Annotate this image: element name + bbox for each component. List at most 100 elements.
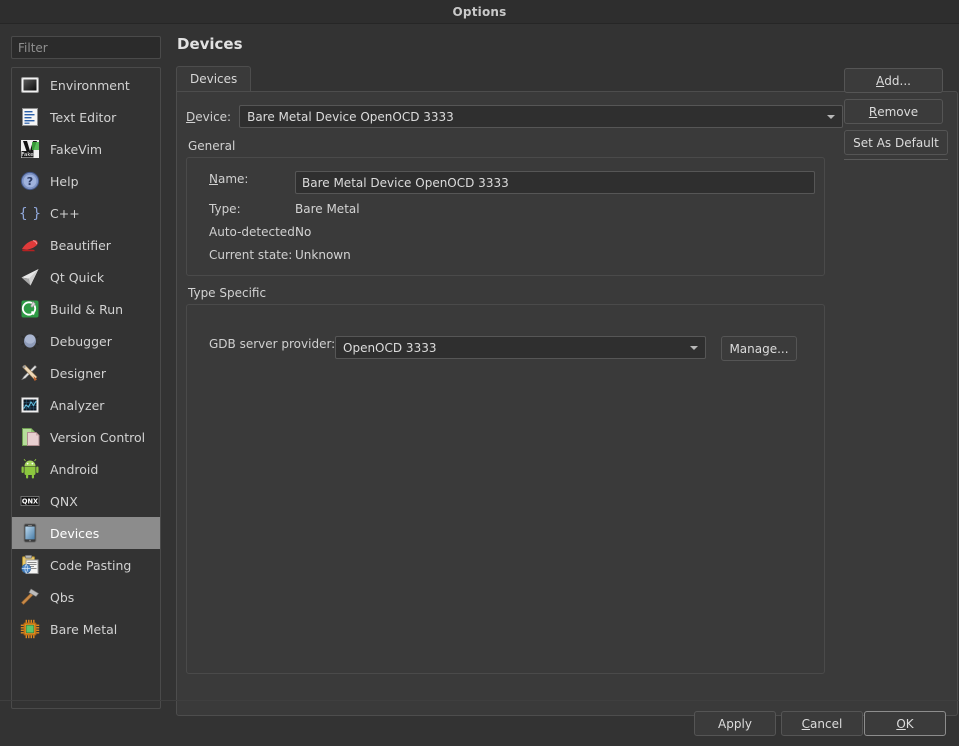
current-state-row: Current state: Unknown [209, 248, 351, 262]
sidebar-item-label: Beautifier [50, 237, 111, 253]
current-state-value: Unknown [295, 248, 351, 262]
type-specific-group: Type Specific GDB server provider: OpenO… [186, 286, 825, 674]
ok-button[interactable]: OK [864, 711, 946, 736]
svg-text:QNX: QNX [22, 498, 38, 506]
sidebar-item-label: Qbs [50, 589, 75, 605]
sidebar-item-version-control[interactable]: Version Control [12, 421, 160, 453]
auto-detected-row: Auto-detected: No [209, 225, 311, 239]
window-title: Options [452, 4, 507, 19]
sidebar-item-beautifier[interactable]: Beautifier [12, 229, 160, 261]
name-label: Name: [209, 172, 249, 186]
sidebar-item-label: Designer [50, 365, 106, 381]
sidebar-item-build-run[interactable]: Build & Run [12, 293, 160, 325]
sidebar-item-environment[interactable]: Environment [12, 69, 160, 101]
type-label: Type: [209, 202, 241, 216]
auto-detected-label: Auto-detected: [209, 225, 299, 239]
sidebar-item-debugger[interactable]: Debugger [12, 325, 160, 357]
sidebar-item-designer[interactable]: Designer [12, 357, 160, 389]
qbs-icon [19, 586, 41, 608]
help-icon: ? [19, 170, 41, 192]
qnx-icon: QNX [19, 490, 41, 512]
tab-bar: Devices [176, 66, 252, 91]
filter-input[interactable] [11, 36, 161, 59]
sidebar-item-bare-metal[interactable]: Bare Metal [12, 613, 160, 645]
sidebar-item-label: FakeVim [50, 141, 103, 157]
type-row: Type: Bare Metal [209, 202, 360, 216]
sidebar-item-c[interactable]: { } C++ [12, 197, 160, 229]
type-value: Bare Metal [295, 202, 360, 216]
apply-button[interactable]: Apply [694, 711, 776, 736]
device-selector-row: Device: Bare Metal Device OpenOCD 3333 [186, 105, 844, 128]
sidebar-item-android[interactable]: Android [12, 453, 160, 485]
fakevim-icon: Fake [19, 138, 41, 160]
options-dialog: Options Environment Text Editor Fake FakeVi… [0, 0, 959, 746]
device-label: Device: [186, 109, 232, 124]
manage-button[interactable]: Manage... [721, 336, 797, 361]
general-group-frame: Name: Type: Bare Metal Auto-detected: No [186, 157, 825, 276]
name-field-row: Name: [209, 172, 295, 186]
side-button-separator [844, 159, 948, 160]
remove-button[interactable]: Remove [844, 99, 943, 124]
bare-metal-icon [19, 618, 41, 640]
version-control-icon [19, 426, 41, 448]
footer-divider [0, 700, 959, 701]
sidebar-item-label: Debugger [50, 333, 112, 349]
gdb-provider-label: GDB server provider: [209, 337, 336, 351]
type-specific-group-title: Type Specific [188, 286, 267, 300]
general-group-title: General [188, 139, 236, 153]
sidebar-item-fakevim[interactable]: Fake FakeVim [12, 133, 160, 165]
qt-quick-icon [19, 266, 41, 288]
sidebar-item-label: Help [50, 173, 79, 189]
gdb-provider-label-row: GDB server provider: [209, 337, 335, 351]
main-pane: Devices Devices Device: Bare Metal Devic… [168, 24, 959, 746]
sidebar-item-qbs[interactable]: Qbs [12, 581, 160, 613]
titlebar: Options [0, 0, 959, 24]
chevron-down-icon [683, 345, 705, 350]
tab-devices[interactable]: Devices [176, 66, 252, 91]
device-combobox[interactable]: Bare Metal Device OpenOCD 3333 [239, 105, 844, 128]
sidebar-item-label: Environment [50, 77, 130, 93]
analyzer-icon [19, 394, 41, 416]
sidebar: Environment Text Editor Fake FakeVim? Help { … [11, 36, 161, 709]
page-title: Devices [177, 35, 243, 53]
sidebar-item-qt-quick[interactable]: Qt Quick [12, 261, 160, 293]
sidebar-item-code-pasting[interactable]: Code Pasting [12, 549, 160, 581]
cpp-icon: { } [19, 202, 41, 224]
dialog-body: Environment Text Editor Fake FakeVim? Help { … [0, 24, 959, 746]
sidebar-item-label: Text Editor [50, 109, 117, 125]
general-group: General Name: Type: Bare Metal Auto-dete… [186, 139, 825, 276]
sidebar-item-label: Build & Run [50, 301, 124, 317]
sidebar-item-label: Android [50, 461, 99, 477]
add-button[interactable]: Add... [844, 68, 943, 93]
sidebar-item-help[interactable]: ? Help [12, 165, 160, 197]
footer-bar: Apply Cancel OK [0, 700, 959, 746]
build-and-run-icon [19, 298, 41, 320]
devices-icon [19, 522, 41, 544]
sidebar-item-label: Analyzer [50, 397, 105, 413]
cancel-button[interactable]: Cancel [781, 711, 863, 736]
android-icon [19, 458, 41, 480]
category-list[interactable]: Environment Text Editor Fake FakeVim? Help { … [11, 67, 161, 709]
current-state-label: Current state: [209, 248, 293, 262]
debugger-icon [19, 330, 41, 352]
sidebar-item-text-editor[interactable]: Text Editor [12, 101, 160, 133]
sidebar-item-label: C++ [50, 205, 80, 221]
sidebar-item-label: Version Control [50, 429, 146, 445]
sidebar-item-devices[interactable]: Devices [12, 517, 160, 549]
set-as-default-button[interactable]: Set As Default [844, 130, 948, 155]
gdb-provider-combobox[interactable]: OpenOCD 3333 [335, 336, 706, 359]
device-combobox-value: Bare Metal Device OpenOCD 3333 [247, 109, 454, 124]
sidebar-item-analyzer[interactable]: Analyzer [12, 389, 160, 421]
name-input[interactable] [295, 171, 815, 194]
text-editor-icon [19, 106, 41, 128]
environment-icon [19, 74, 41, 96]
designer-icon [19, 362, 41, 384]
sidebar-item-qnx[interactable]: QNX QNX [12, 485, 160, 517]
svg-text:{ }: { } [19, 206, 41, 222]
beautifier-icon [19, 234, 41, 256]
sidebar-item-label: Devices [50, 525, 100, 541]
code-pasting-icon [19, 554, 41, 576]
sidebar-item-label: Bare Metal [50, 621, 118, 637]
svg-text:?: ? [27, 175, 33, 188]
sidebar-item-label: Qt Quick [50, 269, 105, 285]
